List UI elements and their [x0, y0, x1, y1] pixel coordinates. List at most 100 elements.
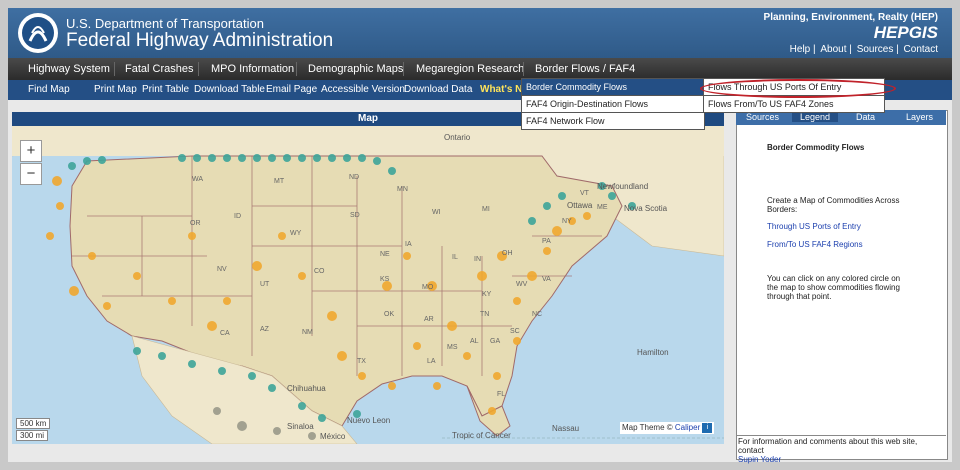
email-page-link[interactable]: Email Page	[266, 84, 317, 95]
menu-faf4-od-flows[interactable]: FAF4 Origin-Destination Flows	[522, 96, 704, 113]
nav-fatal-crashes[interactable]: Fatal Crashes	[125, 63, 193, 75]
caliper-link[interactable]: Caliper	[675, 423, 700, 432]
state-label: VT	[580, 190, 589, 197]
tab-legend[interactable]: Legend	[792, 112, 839, 122]
print-map-link[interactable]: Print Map	[94, 84, 137, 95]
ports-of-entry-link[interactable]: Through US Ports of Entry	[767, 222, 861, 231]
download-table-link[interactable]: Download Table	[194, 84, 265, 95]
agency-name[interactable]: Federal Highway Administration	[66, 30, 333, 52]
print-table-link[interactable]: Print Table	[142, 84, 189, 95]
state-label: ME	[597, 204, 608, 211]
state-label: SD	[350, 212, 360, 219]
map-svg[interactable]	[12, 126, 724, 444]
menu-faf4-network-flow[interactable]: FAF4 Network Flow	[522, 113, 704, 129]
nav-megaregion-research[interactable]: Megaregion Research	[416, 63, 524, 75]
department-name: U.S. Department of Transportation	[66, 16, 264, 31]
map-theme-label: Map Theme ©	[622, 423, 673, 433]
contact-person-link[interactable]: Supin Yoder	[738, 455, 944, 464]
tab-sources[interactable]: Sources	[746, 112, 779, 122]
menu-flows-faf4-zones[interactable]: Flows From/To US FAF4 Zones	[704, 96, 884, 112]
label-ottawa: Ottawa	[567, 201, 593, 210]
label-sinaloa: Sinaloa	[287, 422, 314, 431]
nav-demographic-maps[interactable]: Demographic Maps	[308, 63, 403, 75]
nav-highway-system[interactable]: Highway System	[28, 63, 110, 75]
state-label: WI	[432, 209, 441, 216]
label-nova-scotia: Nova Scotia	[624, 204, 668, 213]
state-label: LA	[427, 358, 436, 365]
sources-link[interactable]: Sources	[857, 44, 894, 55]
nav-mpo-information[interactable]: MPO Information	[211, 63, 294, 75]
menu-border-commodity-flows[interactable]: Border Commodity Flows	[522, 79, 704, 96]
state-label: SC	[510, 328, 520, 335]
state-label: WY	[290, 230, 302, 237]
whats-new-link[interactable]: What's N	[480, 84, 522, 95]
label-mexico: México	[320, 432, 346, 441]
office-name: Planning, Environment, Realty (HEP)	[763, 12, 938, 23]
state-label: MO	[422, 284, 434, 291]
map-theme-credit: Map Theme © Caliper i	[620, 422, 715, 434]
panel-intro: Create a Map of Commodities Across Borde…	[767, 196, 900, 214]
panel-help: You can click on any colored circle on t…	[767, 274, 901, 301]
scale-mi: 300 mi	[16, 430, 49, 441]
state-label: VA	[542, 276, 551, 283]
state-label: NY	[562, 218, 572, 225]
state-label: KS	[380, 276, 390, 283]
state-label: OK	[384, 311, 395, 318]
highlight-ring	[700, 79, 896, 98]
label-hamilton: Hamilton	[637, 348, 669, 357]
label-ontario: Ontario	[444, 133, 471, 142]
panel-heading: Border Commodity Flows	[767, 143, 865, 152]
zoom-out-button[interactable]: −	[20, 163, 42, 185]
map-canvas[interactable]: + − Ontario Newfoundland Nova Scotia Ott…	[12, 126, 724, 444]
state-label: GA	[490, 338, 501, 345]
state-label: ID	[234, 213, 241, 220]
state-label: OH	[502, 250, 513, 257]
main-nav: Highway System Fatal Crashes MPO Informa…	[8, 58, 952, 80]
state-label: NV	[217, 266, 227, 273]
nav-border-flows[interactable]: Border Flows / FAF4	[535, 63, 635, 75]
tab-layers[interactable]: Layers	[906, 112, 933, 122]
accessible-version-link[interactable]: Accessible Version	[321, 84, 405, 95]
find-map-link[interactable]: Find Map	[28, 84, 70, 95]
label-newfoundland: Newfoundland	[597, 182, 649, 191]
state-label: AR	[424, 316, 434, 323]
help-link[interactable]: Help	[790, 44, 811, 55]
dot-logo-icon[interactable]	[18, 13, 58, 53]
state-label: AL	[470, 338, 479, 345]
state-label: MN	[397, 186, 408, 193]
label-tropic-of-cancer: Tropic of Cancer	[452, 431, 511, 440]
zoom-in-button[interactable]: +	[20, 140, 42, 162]
contact-link[interactable]: Contact	[904, 44, 938, 55]
state-label: NC	[532, 311, 543, 318]
state-label: TX	[357, 358, 366, 365]
download-data-link[interactable]: Download Data	[404, 84, 472, 95]
state-label: AZ	[260, 326, 269, 333]
state-label: WV	[516, 281, 528, 288]
label-nuevo-leon: Nuevo Leon	[347, 416, 391, 425]
state-label: NE	[380, 251, 390, 258]
footer-text: For information and comments about this …	[738, 437, 918, 455]
border-flows-dropdown: Border Commodity Flows FAF4 Origin-Desti…	[521, 78, 705, 130]
info-icon[interactable]: i	[702, 423, 713, 433]
label-nassau: Nassau	[552, 424, 580, 433]
state-label: NM	[302, 329, 313, 336]
app-name: HEPGIS	[873, 23, 938, 42]
state-label: OR	[190, 220, 201, 227]
state-label: MI	[482, 206, 490, 213]
about-link[interactable]: About	[820, 44, 846, 55]
state-label: CO	[314, 268, 325, 275]
state-label: ND	[349, 174, 360, 181]
panel-footer: For information and comments about this …	[736, 435, 946, 464]
state-label: IA	[405, 241, 412, 248]
state-label: FL	[497, 391, 506, 398]
site-header: U.S. Department of Transportation Federa…	[8, 8, 952, 58]
tab-data[interactable]: Data	[856, 112, 875, 122]
state-label: IN	[474, 256, 481, 263]
state-label: MS	[447, 344, 458, 351]
state-label: CA	[220, 330, 230, 337]
label-chihuahua: Chihuahua	[287, 384, 326, 393]
faf4-regions-link[interactable]: From/To US FAF4 Regions	[767, 240, 863, 249]
state-label: WA	[192, 176, 204, 183]
state-label: IL	[452, 254, 458, 261]
state-label: TN	[480, 311, 490, 318]
